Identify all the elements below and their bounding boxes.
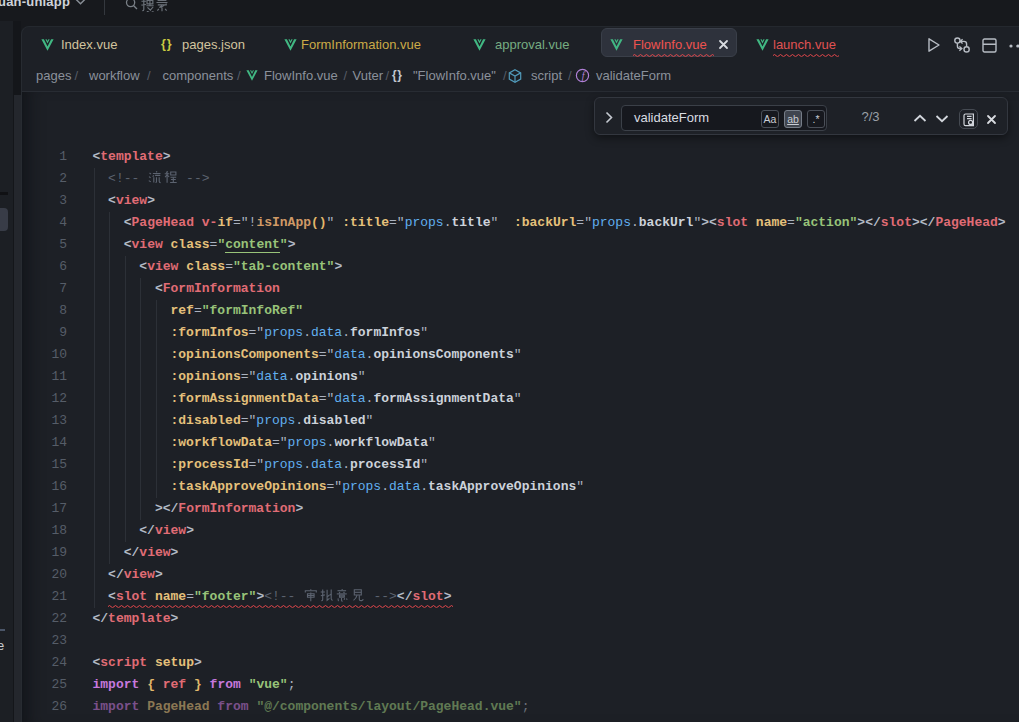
svg-text:f: f xyxy=(581,70,585,81)
